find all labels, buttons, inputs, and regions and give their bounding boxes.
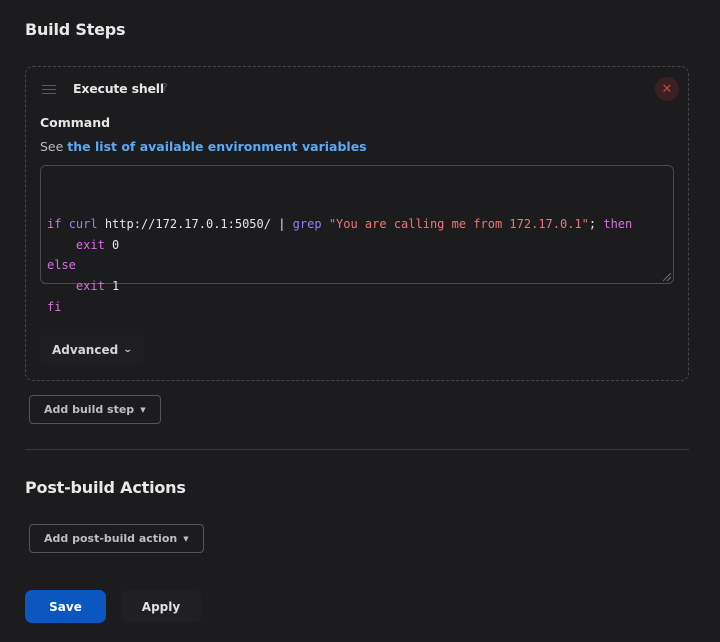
help-icon[interactable]: ? — [162, 81, 168, 94]
post-build-title: Post-build Actions — [25, 478, 186, 497]
add-post-build-action-button[interactable]: Add post-build action ▼ — [29, 524, 204, 553]
advanced-button[interactable]: Advanced ⌄ — [40, 335, 144, 365]
add-post-build-action-label: Add post-build action — [44, 532, 178, 545]
caret-down-icon: ▼ — [183, 534, 189, 543]
code-token: ; — [588, 217, 604, 232]
code-token: exit — [75, 237, 105, 252]
env-vars-hint: See the list of available environment va… — [40, 139, 367, 154]
code-line: fi — [47, 297, 667, 318]
save-button[interactable]: Save — [25, 590, 106, 623]
code-token: fi — [47, 299, 62, 314]
close-icon[interactable]: ✕ — [655, 77, 679, 101]
caret-down-icon: ▼ — [140, 405, 146, 414]
advanced-label: Advanced — [52, 343, 119, 357]
resize-grip-icon[interactable] — [663, 273, 671, 281]
env-vars-hint-prefix: See — [40, 139, 68, 154]
step-title: Execute shell — [73, 81, 164, 96]
code-token: 1 — [104, 278, 120, 293]
code-line: else — [47, 255, 667, 276]
drag-handle-icon[interactable] — [42, 85, 56, 97]
code-token: if — [47, 217, 62, 232]
code-token: curl — [68, 217, 98, 232]
code-line: if curl http://172.17.0.1:5050/ | grep "… — [47, 214, 667, 235]
command-textarea[interactable]: if curl http://172.17.0.1:5050/ | grep "… — [40, 165, 674, 314]
execute-shell-step-card: Execute shell ? ✕ Command See the list o… — [25, 66, 689, 381]
code-token: http://172.17.0.1:5050/ | — [97, 217, 293, 232]
code-token: 0 — [104, 237, 120, 252]
build-steps-title: Build Steps — [25, 20, 126, 39]
page: Build Steps Execute shell ? ✕ Command Se… — [0, 0, 720, 642]
add-build-step-label: Add build step — [44, 403, 135, 416]
env-vars-link[interactable]: the list of available environment variab… — [67, 139, 366, 154]
apply-button[interactable]: Apply — [121, 590, 201, 623]
add-build-step-button[interactable]: Add build step ▼ — [29, 395, 161, 424]
code-line: exit 1 — [47, 276, 667, 297]
chevron-down-icon: ⌄ — [123, 345, 133, 355]
command-label: Command — [40, 115, 111, 130]
code-token: then — [603, 217, 633, 232]
code-line: exit 0 — [47, 235, 667, 256]
code-token: grep — [292, 217, 322, 232]
code-token: "You are calling me from 172.17.0.1" — [328, 217, 589, 232]
code-token: exit — [75, 278, 105, 293]
code-token: else — [47, 258, 76, 273]
section-divider — [25, 449, 689, 450]
